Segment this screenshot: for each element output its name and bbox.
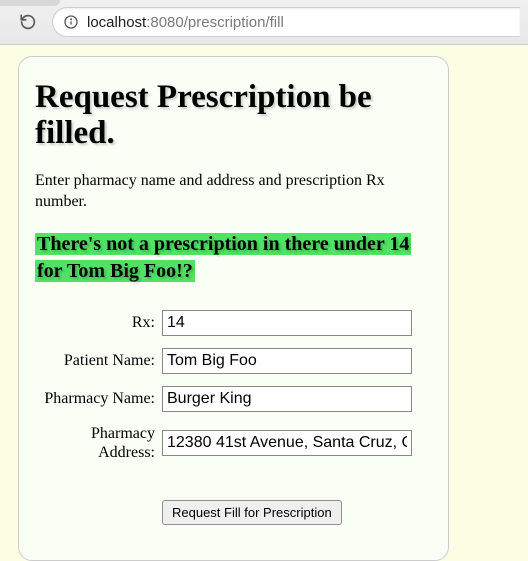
url-text: localhost:8080/prescription/fill (87, 14, 284, 31)
form-card: Request Prescription be filled. Enter ph… (18, 56, 449, 561)
reload-icon (19, 13, 37, 31)
instructions: Enter pharmacy name and address and pres… (35, 170, 432, 213)
address-bar[interactable]: localhost:8080/prescription/fill (52, 7, 520, 37)
input-patient-name[interactable] (162, 348, 412, 374)
row-pharmacy-name: Pharmacy Name: (37, 381, 413, 417)
error-container: There's not a prescription in there unde… (35, 231, 432, 285)
input-pharmacy-name[interactable] (162, 386, 412, 412)
input-pharmacy-address[interactable] (162, 430, 412, 456)
label-pharmacy-name: Pharmacy Name: (37, 381, 159, 417)
label-patient-name: Patient Name: (37, 343, 159, 379)
submit-button[interactable]: Request Fill for Prescription (162, 500, 342, 525)
input-rx[interactable] (162, 310, 412, 336)
label-rx: Rx: (37, 305, 159, 341)
row-patient-name: Patient Name: (37, 343, 413, 379)
spacer-row (37, 469, 413, 493)
tab-hint (0, 0, 60, 6)
row-pharmacy-address: Pharmacy Address: (37, 419, 413, 467)
row-submit: Request Fill for Prescription (37, 495, 413, 530)
label-pharmacy-address: Pharmacy Address: (37, 419, 159, 467)
reload-button[interactable] (14, 8, 42, 36)
row-rx: Rx: (37, 305, 413, 341)
page-title: Request Prescription be filled. (35, 79, 432, 152)
browser-toolbar: localhost:8080/prescription/fill (0, 0, 528, 45)
prescription-form: Rx: Patient Name: Pharmacy Name: Pharmac… (35, 303, 432, 532)
url-rest: :8080/prescription/fill (146, 14, 284, 31)
page-body: Request Prescription be filled. Enter ph… (0, 45, 528, 561)
url-host: localhost (87, 14, 146, 31)
form-table: Rx: Patient Name: Pharmacy Name: Pharmac… (35, 303, 415, 532)
info-icon (63, 14, 79, 30)
error-message: There's not a prescription in there unde… (35, 233, 411, 282)
